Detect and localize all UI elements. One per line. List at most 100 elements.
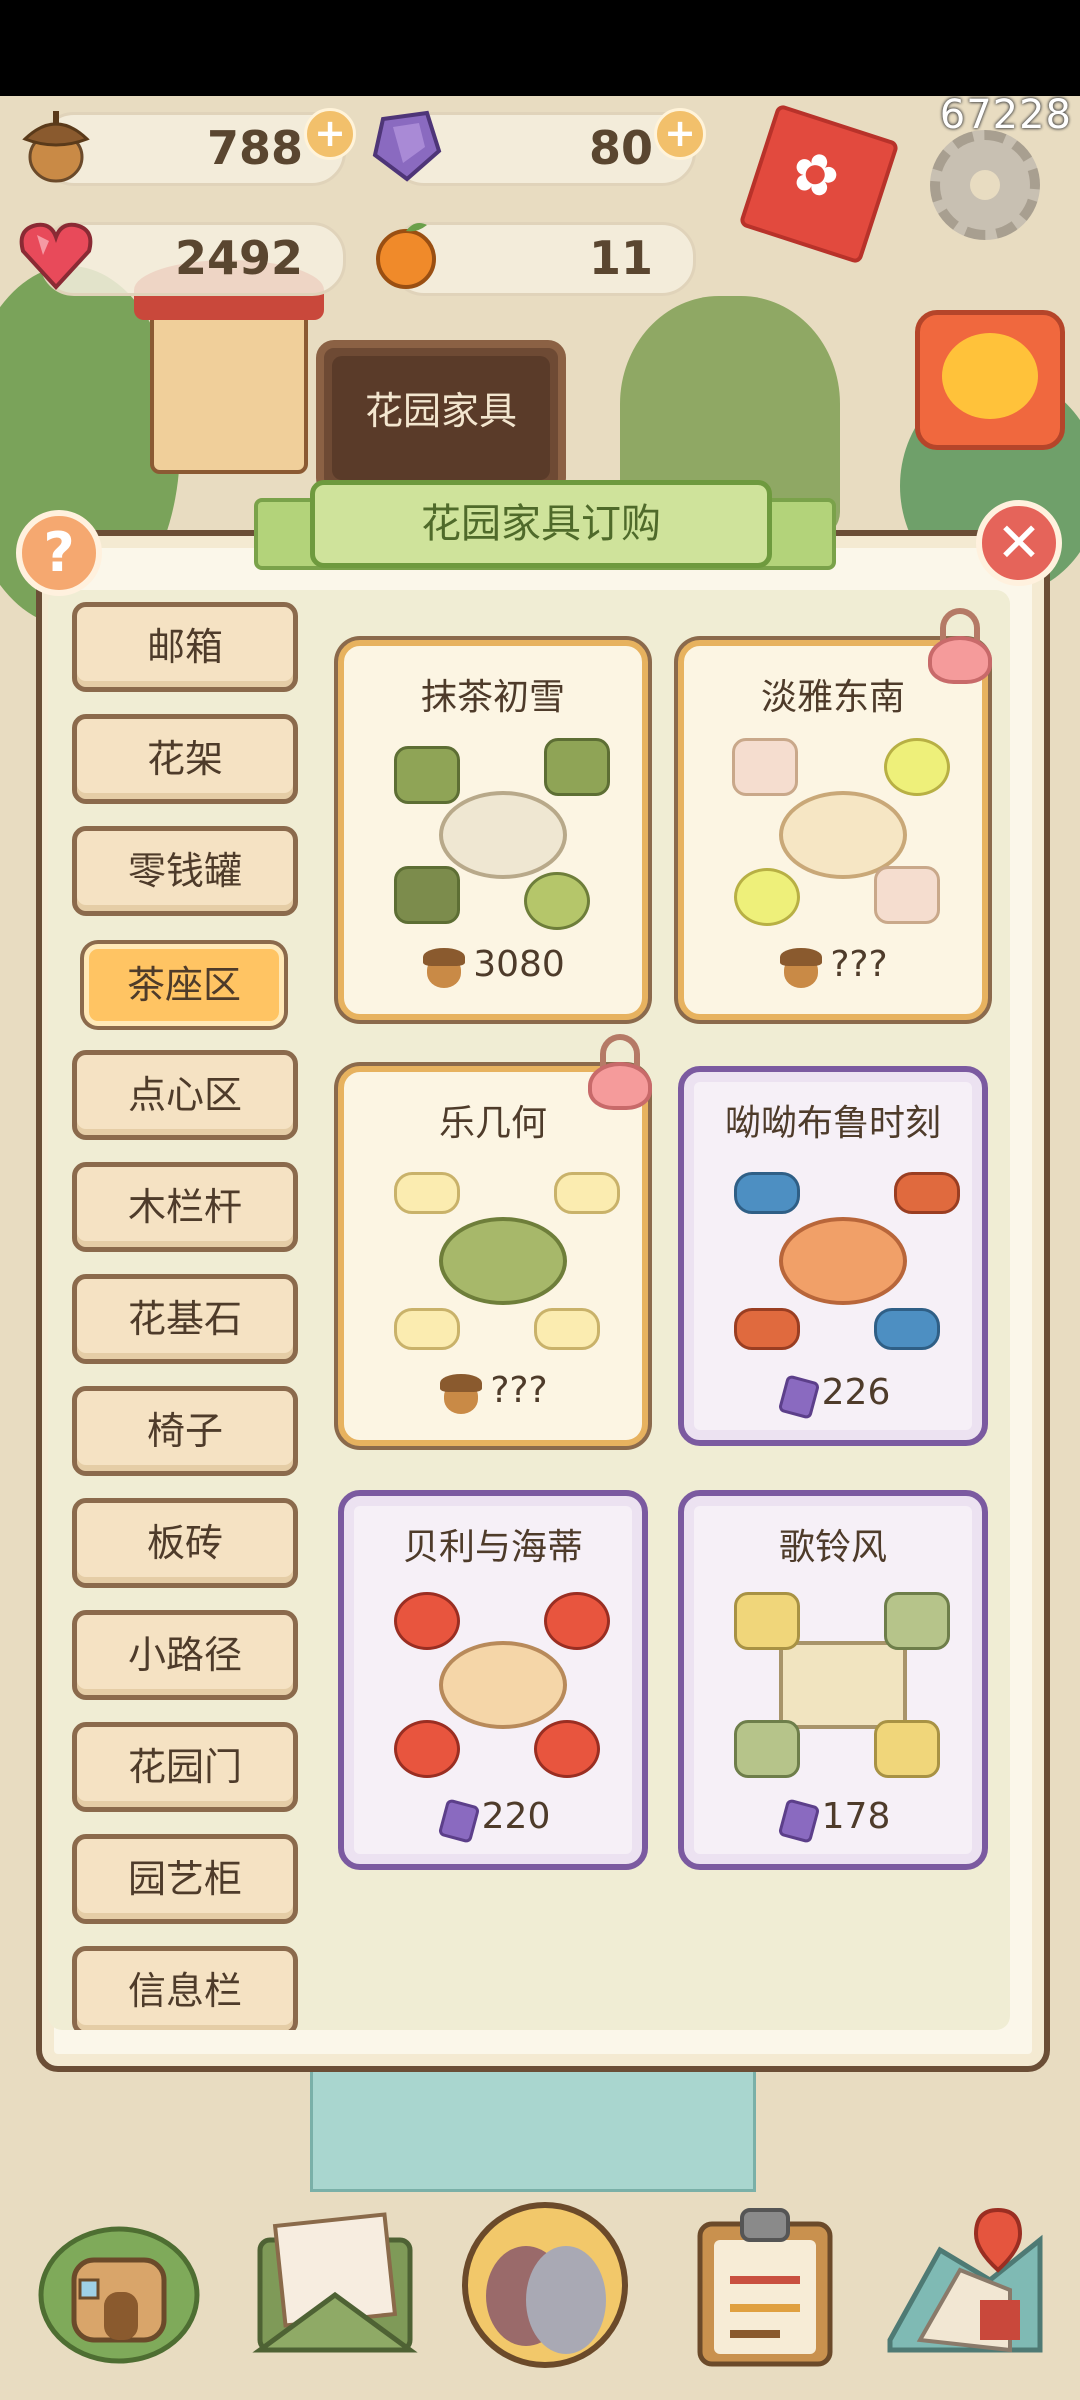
- cushion-image: [734, 868, 800, 926]
- mail-icon[interactable]: [250, 2200, 420, 2370]
- panel-title: 花园家具订购: [421, 501, 661, 547]
- category-dessert[interactable]: 点心区: [72, 1050, 298, 1140]
- item-card[interactable]: 呦呦布鲁时刻 226: [678, 1066, 988, 1446]
- close-button[interactable]: ✕: [976, 500, 1062, 586]
- roll-cushion-image: [394, 1308, 460, 1350]
- item-price: ???: [344, 1370, 642, 1414]
- item-name: 呦呦布鲁时刻: [724, 1103, 941, 1144]
- category-tea-seating[interactable]: 茶座区: [84, 944, 284, 1026]
- item-price-value: ???: [830, 944, 888, 985]
- acorn-icon: [22, 111, 90, 183]
- item-price: 220: [344, 1796, 642, 1838]
- item-name: 抹茶初雪: [420, 677, 565, 718]
- cushion-image: [544, 1592, 610, 1650]
- item-price-value: 226: [821, 1372, 891, 1413]
- cushion-image: [394, 746, 460, 804]
- category-wood-railing[interactable]: 木栏杆: [72, 1162, 298, 1252]
- birds-icon[interactable]: [460, 2200, 630, 2370]
- roll-cushion-image: [734, 1172, 800, 1214]
- cushion-image: [544, 738, 610, 796]
- roll-cushion-image: [734, 1308, 800, 1350]
- clipboard-icon[interactable]: [680, 2200, 850, 2370]
- help-button[interactable]: ?: [16, 510, 102, 596]
- panel-title-banner: 花园家具订购: [254, 480, 836, 570]
- score-counter: 67228: [939, 92, 1072, 138]
- signboard-label: 花园家具: [332, 356, 550, 480]
- category-garden-gate[interactable]: 花园门: [72, 1722, 298, 1812]
- tv-bee-icon[interactable]: [915, 310, 1065, 450]
- gem-counter: 80: [372, 110, 696, 186]
- category-notice-board[interactable]: 信息栏: [72, 1946, 298, 2030]
- item-card[interactable]: 歌铃风 178: [678, 1490, 988, 1870]
- acorn-counter: 788: [22, 111, 346, 186]
- cushion-image: [394, 1720, 460, 1778]
- lock-icon: [588, 1034, 652, 1110]
- cushion-image: [524, 872, 590, 930]
- tea-table-image: [779, 1641, 907, 1729]
- tea-table-image: [439, 791, 567, 879]
- item-price: ???: [684, 944, 982, 988]
- cushion-image: [884, 738, 950, 796]
- lock-icon: [928, 608, 992, 684]
- tea-table-image: [439, 1217, 567, 1305]
- roll-cushion-image: [534, 1308, 600, 1350]
- cushion-image: [394, 1592, 460, 1650]
- item-card[interactable]: 抹茶初雪 3080: [338, 640, 648, 1020]
- heart-counter: 2492: [19, 222, 346, 296]
- tea-table-image: [439, 1641, 567, 1729]
- category-garden-cabinet[interactable]: 园艺柜: [72, 1834, 298, 1924]
- roll-cushion-image: [874, 1308, 940, 1350]
- orange-counter: 11: [376, 222, 696, 296]
- cushion-image: [734, 1592, 800, 1650]
- orange-count: 11: [588, 231, 653, 285]
- acorn-icon: [778, 944, 824, 988]
- roll-cushion-image: [554, 1172, 620, 1214]
- acorn-count: 788: [206, 121, 303, 175]
- item-price: 178: [684, 1796, 982, 1838]
- acorn-icon: [438, 1370, 484, 1414]
- bird-house: [134, 260, 324, 474]
- add-acorns-button[interactable]: +: [304, 108, 356, 160]
- cushion-image: [874, 1720, 940, 1778]
- roll-cushion-image: [394, 1172, 460, 1214]
- orange-icon: [376, 223, 436, 289]
- gem-icon: [776, 1374, 816, 1414]
- category-sidebar[interactable]: 邮箱 花架 零钱罐 茶座区 点心区 木栏杆 花基石 椅子 板砖 小路径 花园门 …: [70, 600, 310, 2030]
- category-flower-stone[interactable]: 花基石: [72, 1274, 298, 1364]
- tea-table-image: [779, 1217, 907, 1305]
- add-gems-button[interactable]: +: [654, 108, 706, 160]
- item-name: 贝利与海蒂: [402, 1527, 583, 1568]
- cushion-image: [734, 1720, 800, 1778]
- item-card[interactable]: 贝利与海蒂 220: [338, 1490, 648, 1870]
- heart-count: 2492: [174, 231, 303, 285]
- heart-gem-icon: [19, 222, 93, 290]
- item-name: 歌铃风: [778, 1527, 887, 1568]
- category-mailbox[interactable]: 邮箱: [72, 602, 298, 692]
- cushion-image: [874, 866, 940, 924]
- item-price: 3080: [344, 944, 642, 988]
- map-icon[interactable]: [880, 2200, 1050, 2370]
- category-tiles[interactable]: 板砖: [72, 1498, 298, 1588]
- shop-signboard: 花园家具: [316, 340, 566, 496]
- gem-icon: [372, 110, 442, 182]
- gem-icon: [776, 1798, 816, 1838]
- item-price-value: 178: [821, 1796, 891, 1837]
- cushion-image: [732, 738, 798, 796]
- settings-gear-icon[interactable]: [930, 130, 1040, 240]
- gem-icon: [436, 1798, 476, 1838]
- roll-cushion-image: [894, 1172, 960, 1214]
- category-chair[interactable]: 椅子: [72, 1386, 298, 1476]
- category-piggy-bank[interactable]: 零钱罐: [72, 826, 298, 916]
- item-price-value: 3080: [473, 944, 565, 985]
- house-icon[interactable]: [34, 2200, 204, 2370]
- item-card[interactable]: 淡雅东南 ???: [678, 640, 988, 1020]
- category-flower-stand[interactable]: 花架: [72, 714, 298, 804]
- acorn-icon: [421, 944, 467, 988]
- status-bar: [0, 0, 1080, 96]
- cushion-image: [394, 866, 460, 924]
- item-price-value: ???: [490, 1370, 548, 1411]
- cushion-image: [534, 1720, 600, 1778]
- item-card[interactable]: 乐几何 ???: [338, 1066, 648, 1446]
- category-path[interactable]: 小路径: [72, 1610, 298, 1700]
- item-price: 226: [684, 1372, 982, 1414]
